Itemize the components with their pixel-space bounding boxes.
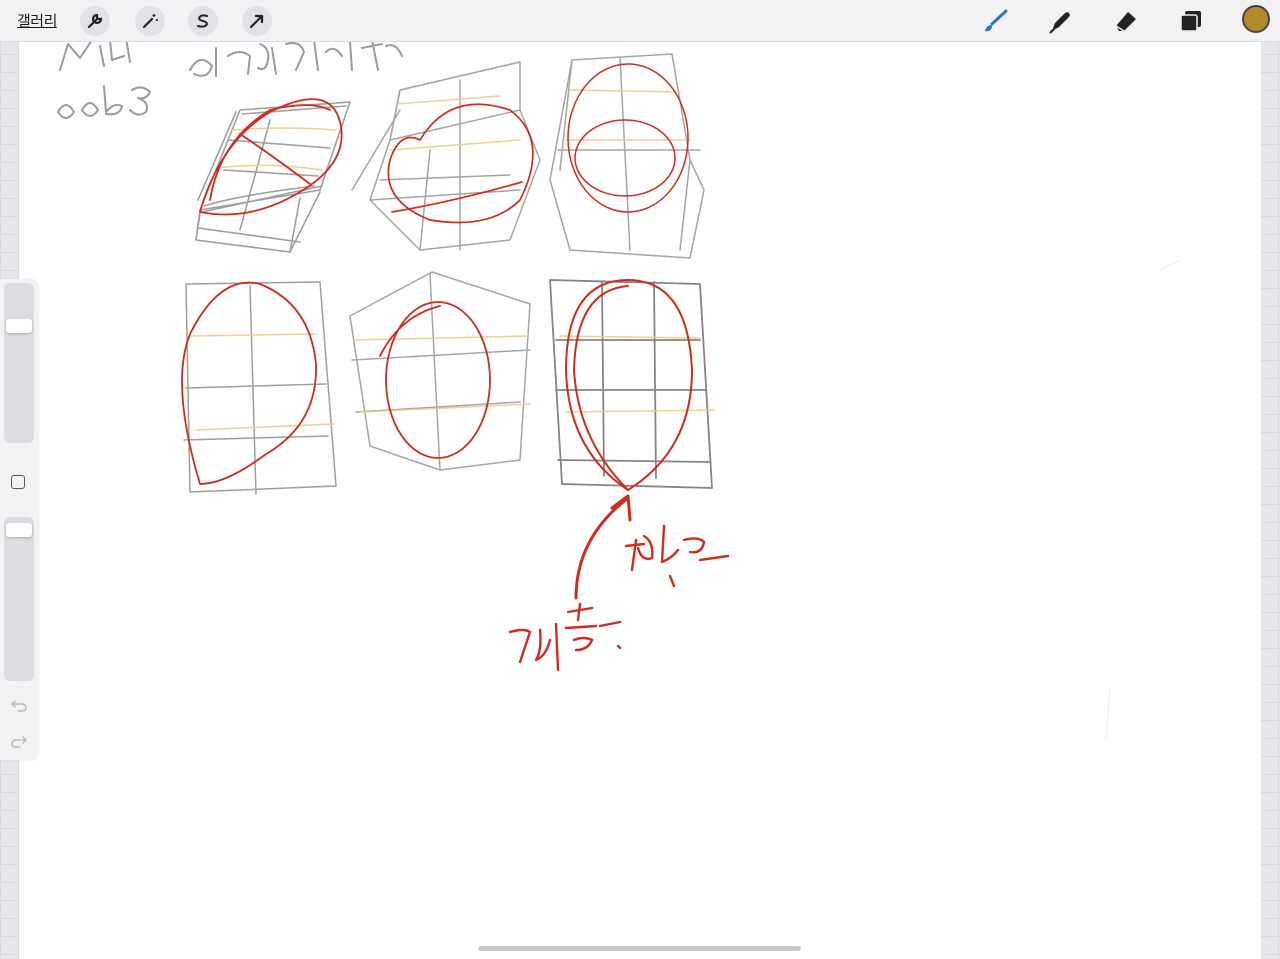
brush-icon (985, 9, 1008, 32)
layers-button[interactable] (1175, 5, 1207, 37)
sketch-box-bottom-left (183, 281, 337, 495)
eraser-tool-button[interactable] (1109, 5, 1141, 37)
selection-s-icon (197, 14, 209, 28)
wrench-icon (87, 13, 103, 29)
handwritten-header-scribble (57, 37, 403, 119)
handwritten-annotation-red (508, 524, 730, 672)
sketch-box-bottom-left-red (181, 281, 317, 485)
undo-icon (10, 700, 27, 712)
brush-tool-button[interactable] (979, 5, 1011, 37)
color-picker-button[interactable] (1242, 5, 1270, 33)
home-indicator (478, 946, 801, 951)
sketch-tilted-box (195, 101, 351, 253)
selection-button[interactable] (188, 6, 218, 36)
opacity-slider[interactable] (4, 517, 34, 681)
left-sidebar (0, 279, 38, 760)
brush-size-slider-knob[interactable] (6, 319, 32, 333)
undo-button[interactable] (9, 695, 29, 715)
actions-button[interactable] (80, 6, 110, 36)
adjustments-button[interactable] (135, 6, 165, 36)
eraser-icon (1115, 12, 1136, 32)
smudge-icon (1049, 12, 1070, 34)
brush-size-slider[interactable] (4, 283, 34, 443)
sketch-box-bottom-right-red (565, 279, 693, 491)
sketch-box-top-right-red (567, 63, 689, 213)
opacity-slider-knob[interactable] (6, 523, 32, 537)
modify-square-icon[interactable] (11, 475, 25, 489)
layers-icon (1180, 11, 1201, 32)
annotation-arrow (574, 494, 632, 600)
transform-button[interactable] (242, 6, 272, 36)
redo-icon (11, 736, 28, 748)
top-toolbar: 갤러리 (0, 0, 1280, 42)
transform-arrow-icon (249, 14, 264, 29)
sketch-box-top-right (549, 53, 705, 259)
smudge-tool-button[interactable] (1044, 5, 1076, 37)
sketch-artwork (57, 37, 1181, 741)
redo-button[interactable] (9, 731, 29, 751)
gallery-button[interactable]: 갤러리 (17, 10, 57, 31)
magic-wand-icon (142, 14, 158, 29)
